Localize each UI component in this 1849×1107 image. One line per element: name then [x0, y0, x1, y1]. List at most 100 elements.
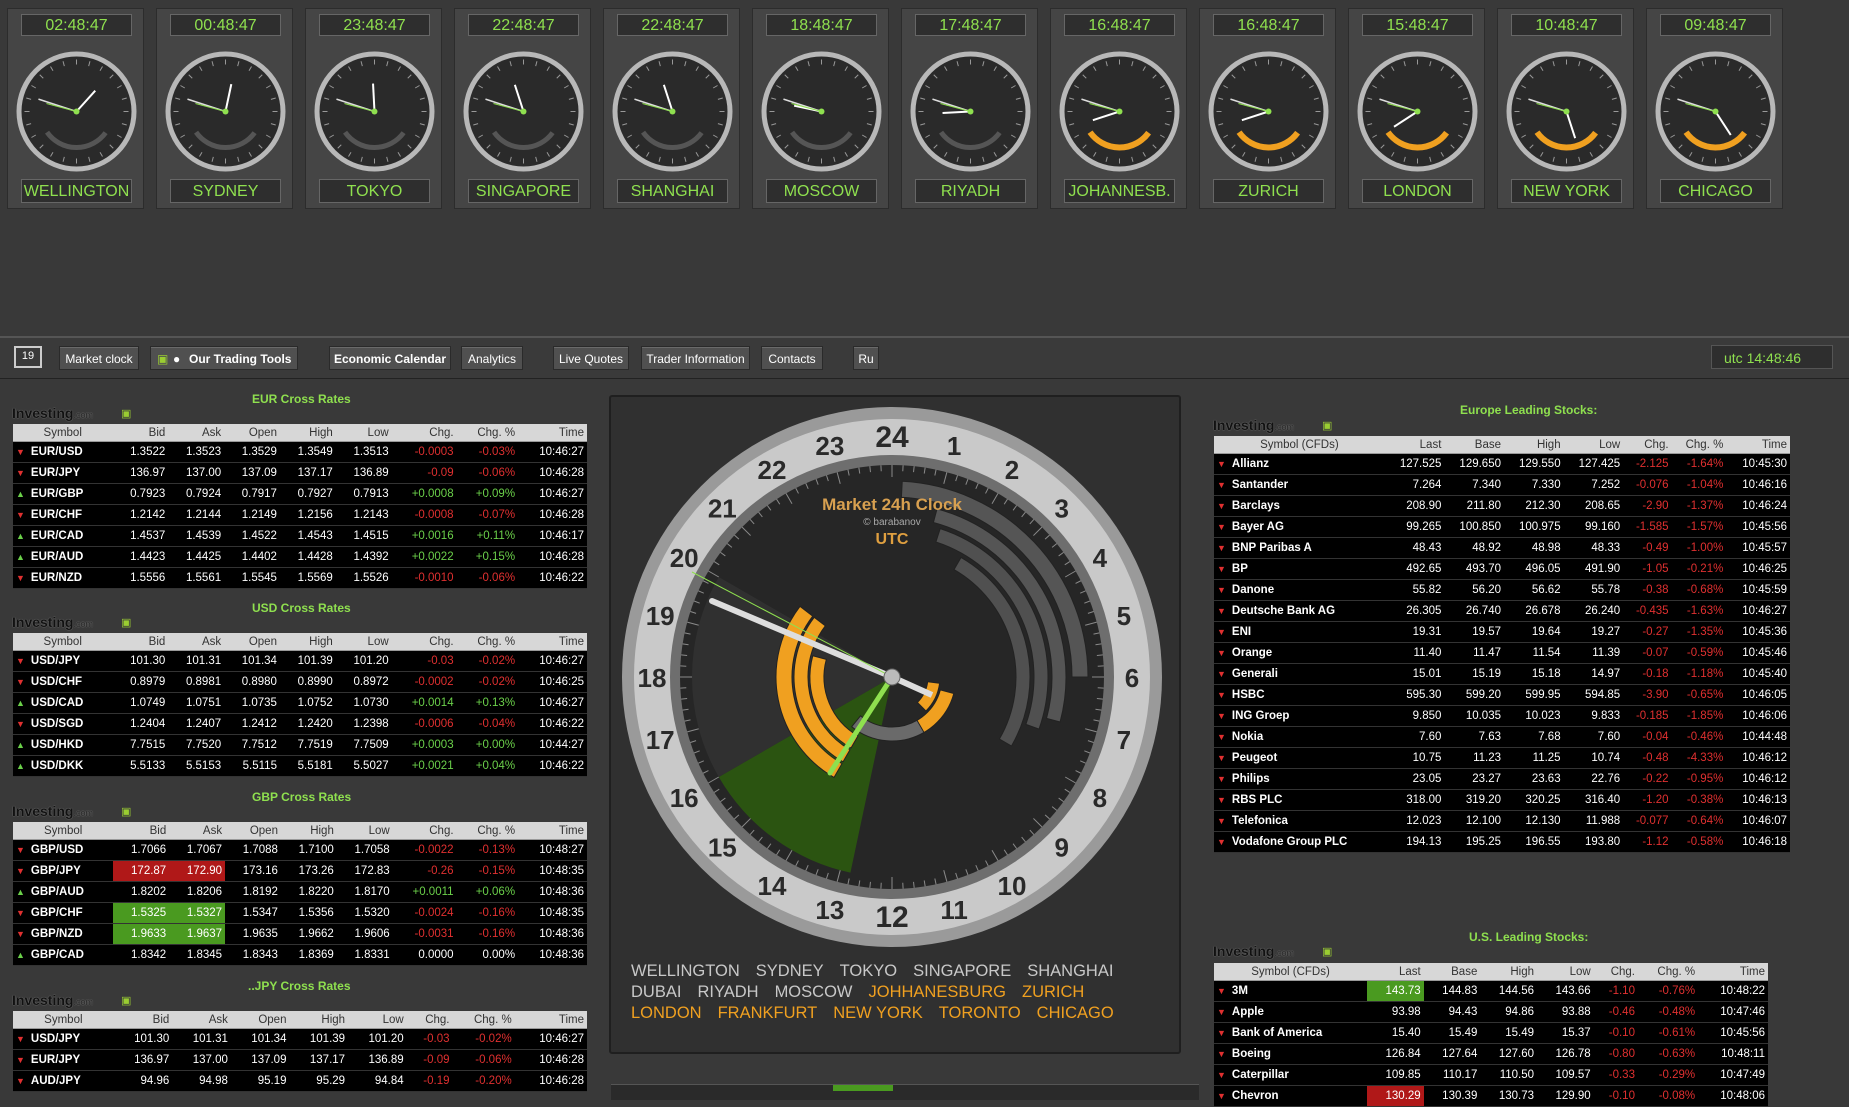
table-row[interactable]: ▼USD/CHF0.89790.89810.89800.89900.8972-0…: [13, 672, 587, 693]
column-header[interactable]: Chg.: [393, 822, 457, 840]
column-header[interactable]: Symbol: [13, 424, 112, 442]
table-row[interactable]: ▼GBP/JPY172.87172.90173.16173.26172.83-0…: [13, 861, 587, 882]
column-header[interactable]: Chg.: [1623, 436, 1671, 454]
table-row[interactable]: ▼Danone55.8256.2056.6255.78-0.38-0.68%10…: [1214, 580, 1790, 601]
table-row[interactable]: ▼HSBC595.30599.20599.95594.85-3.90-0.65%…: [1214, 685, 1790, 706]
android-icon[interactable]: ▣: [1322, 419, 1332, 432]
table-row[interactable]: ▼Barclays208.90211.80212.30208.65-2.90-1…: [1214, 496, 1790, 517]
column-header[interactable]: Chg. %: [1638, 963, 1698, 981]
table-row[interactable]: ▼Vodafone Group PLC194.13195.25196.55193…: [1214, 832, 1790, 853]
column-header[interactable]: Chg.: [407, 1011, 453, 1029]
table-row[interactable]: ▼Santander7.2647.3407.3307.252-0.076-1.0…: [1214, 475, 1790, 496]
table-row[interactable]: ▼EUR/CHF1.21421.21441.21491.21561.2143-0…: [13, 505, 587, 526]
investing-logo[interactable]: Investing.com: [12, 614, 93, 630]
table-row[interactable]: ▼Generali15.0115.1915.1814.97-0.18-1.18%…: [1214, 664, 1790, 685]
table-row[interactable]: ▲EUR/AUD1.44231.44251.44021.44281.4392+0…: [13, 547, 587, 568]
column-header[interactable]: High: [280, 633, 336, 651]
column-header[interactable]: Open: [231, 1011, 290, 1029]
column-header[interactable]: Open: [225, 822, 281, 840]
city-legend-item[interactable]: RIYADH: [697, 982, 758, 1003]
table-row[interactable]: ▼Nokia7.607.637.687.60-0.04-0.46%10:44:4…: [1214, 727, 1790, 748]
monitor-icon[interactable]: 19: [14, 346, 42, 368]
column-header[interactable]: Low: [1537, 963, 1594, 981]
table-row[interactable]: ▼Bank of America15.4015.4915.4915.37-0.1…: [1214, 1023, 1768, 1044]
table-row[interactable]: ▼GBP/USD1.70661.70671.70881.71001.7058-0…: [13, 840, 587, 861]
table-row[interactable]: ▲EUR/GBP0.79230.79240.79170.79270.7913+0…: [13, 484, 587, 505]
table-row[interactable]: ▼EUR/USD1.35221.35231.35291.35491.3513-0…: [13, 442, 587, 463]
investing-logo[interactable]: Investing.com: [1213, 417, 1294, 433]
column-header[interactable]: Open: [224, 633, 280, 651]
column-header[interactable]: Ask: [169, 822, 225, 840]
column-header[interactable]: Low: [336, 424, 392, 442]
city-legend-item[interactable]: SINGAPORE: [913, 961, 1011, 982]
table-row[interactable]: ▲USD/DKK5.51335.51535.51155.51815.5027+0…: [13, 756, 587, 777]
column-header[interactable]: High: [1480, 963, 1537, 981]
table-row[interactable]: ▼ING Groep9.85010.03510.0239.833-0.185-1…: [1214, 706, 1790, 727]
clock-card[interactable]: 23:48:47TOKYO: [305, 8, 442, 209]
table-row[interactable]: ▼EUR/NZD1.55561.55611.55451.55691.5526-0…: [13, 568, 587, 589]
city-legend-item[interactable]: FRANKFURT: [718, 1003, 818, 1024]
table-row[interactable]: ▲USD/HKD7.75157.75207.75127.75197.7509+0…: [13, 735, 587, 756]
city-legend-item[interactable]: SYDNEY: [756, 961, 824, 982]
nav-market-clock[interactable]: Market clock: [59, 346, 139, 370]
table-row[interactable]: ▼Peugeot10.7511.2311.2510.74-0.48-4.33%1…: [1214, 748, 1790, 769]
table-row[interactable]: ▼Philips23.0523.2723.6322.76-0.22-0.95%1…: [1214, 769, 1790, 790]
column-header[interactable]: Time: [1698, 963, 1768, 981]
city-legend-item[interactable]: WELLINGTON: [631, 961, 740, 982]
clock-card[interactable]: 16:48:47JOHANNESB.: [1050, 8, 1187, 209]
table-row[interactable]: ▼3M143.73144.83144.56143.66-1.10-0.76%10…: [1214, 981, 1768, 1002]
android-icon[interactable]: ▣: [121, 994, 131, 1007]
column-header[interactable]: Chg.: [392, 633, 457, 651]
table-row[interactable]: ▼USD/JPY101.30101.31101.34101.39101.20-0…: [13, 651, 587, 672]
clock-card[interactable]: 16:48:47ZURICH: [1199, 8, 1336, 209]
table-row[interactable]: ▼AUD/JPY94.9694.9895.1995.2994.84-0.19-0…: [13, 1071, 587, 1092]
column-header[interactable]: Symbol: [13, 822, 113, 840]
column-header[interactable]: Low: [336, 633, 392, 651]
column-header[interactable]: Low: [348, 1011, 407, 1029]
column-header[interactable]: Chg. %: [457, 424, 518, 442]
nav-economic-calendar[interactable]: Economic Calendar: [329, 346, 451, 370]
city-legend-item[interactable]: LONDON: [631, 1003, 702, 1024]
city-legend-item[interactable]: TOKYO: [840, 961, 897, 982]
column-header[interactable]: High: [281, 822, 337, 840]
column-header[interactable]: Symbol (CFDs): [1214, 436, 1385, 454]
column-header[interactable]: Open: [224, 424, 280, 442]
column-header[interactable]: High: [289, 1011, 348, 1029]
city-legend-item[interactable]: ZURICH: [1022, 982, 1084, 1003]
table-row[interactable]: ▼EUR/JPY136.97137.00137.09137.17136.89-0…: [13, 463, 587, 484]
clock-card[interactable]: 22:48:47SINGAPORE: [454, 8, 591, 209]
column-header[interactable]: Symbol (CFDs): [1214, 963, 1367, 981]
table-row[interactable]: ▼Allianz127.525129.650129.550127.425-2.1…: [1214, 454, 1790, 475]
android-icon[interactable]: ▣: [121, 407, 131, 420]
column-header[interactable]: Chg.: [1594, 963, 1638, 981]
android-icon[interactable]: ▣: [121, 805, 131, 818]
table-row[interactable]: ▲GBP/CAD1.83421.83451.83431.83691.83310.…: [13, 945, 587, 966]
column-header[interactable]: High: [1504, 436, 1564, 454]
city-legend-item[interactable]: NEW YORK: [833, 1003, 923, 1024]
column-header[interactable]: Time: [518, 633, 587, 651]
investing-logo[interactable]: Investing.com: [12, 992, 93, 1008]
table-row[interactable]: ▼Orange11.4011.4711.5411.39-0.07-0.59%10…: [1214, 643, 1790, 664]
table-row[interactable]: ▼Boeing126.84127.64127.60126.78-0.80-0.6…: [1214, 1044, 1768, 1065]
table-row[interactable]: ▼USD/JPY101.30101.31101.34101.39101.20-0…: [13, 1029, 587, 1050]
table-row[interactable]: ▼RBS PLC318.00319.20320.25316.40-1.20-0.…: [1214, 790, 1790, 811]
column-header[interactable]: High: [280, 424, 336, 442]
table-row[interactable]: ▼Bayer AG99.265100.850100.97599.160-1.58…: [1214, 517, 1790, 538]
column-header[interactable]: Time: [518, 424, 587, 442]
city-legend-item[interactable]: TORONTO: [939, 1003, 1021, 1024]
table-row[interactable]: ▼Deutsche Bank AG26.30526.74026.67826.24…: [1214, 601, 1790, 622]
table-row[interactable]: ▲GBP/AUD1.82021.82061.81921.82201.8170+0…: [13, 882, 587, 903]
nav-live-quotes[interactable]: Live Quotes: [553, 346, 629, 370]
column-header[interactable]: Chg. %: [453, 1011, 515, 1029]
nav-analytics[interactable]: Analytics: [461, 346, 523, 370]
table-row[interactable]: ▼USD/SGD1.24041.24071.24121.24201.2398-0…: [13, 714, 587, 735]
android-icon[interactable]: ▣: [1322, 945, 1332, 958]
column-header[interactable]: Chg. %: [457, 633, 518, 651]
column-header[interactable]: Bid: [112, 633, 168, 651]
city-legend-item[interactable]: DUBAI: [631, 982, 681, 1003]
nav-trader-information[interactable]: Trader Information: [641, 346, 750, 370]
table-row[interactable]: ▼ENI19.3119.5719.6419.27-0.27-1.35%10:45…: [1214, 622, 1790, 643]
nav-trading-tools[interactable]: ▣ ● Our Trading Tools: [150, 346, 298, 370]
clock-card[interactable]: 10:48:47NEW YORK: [1497, 8, 1634, 209]
column-header[interactable]: Low: [1564, 436, 1624, 454]
